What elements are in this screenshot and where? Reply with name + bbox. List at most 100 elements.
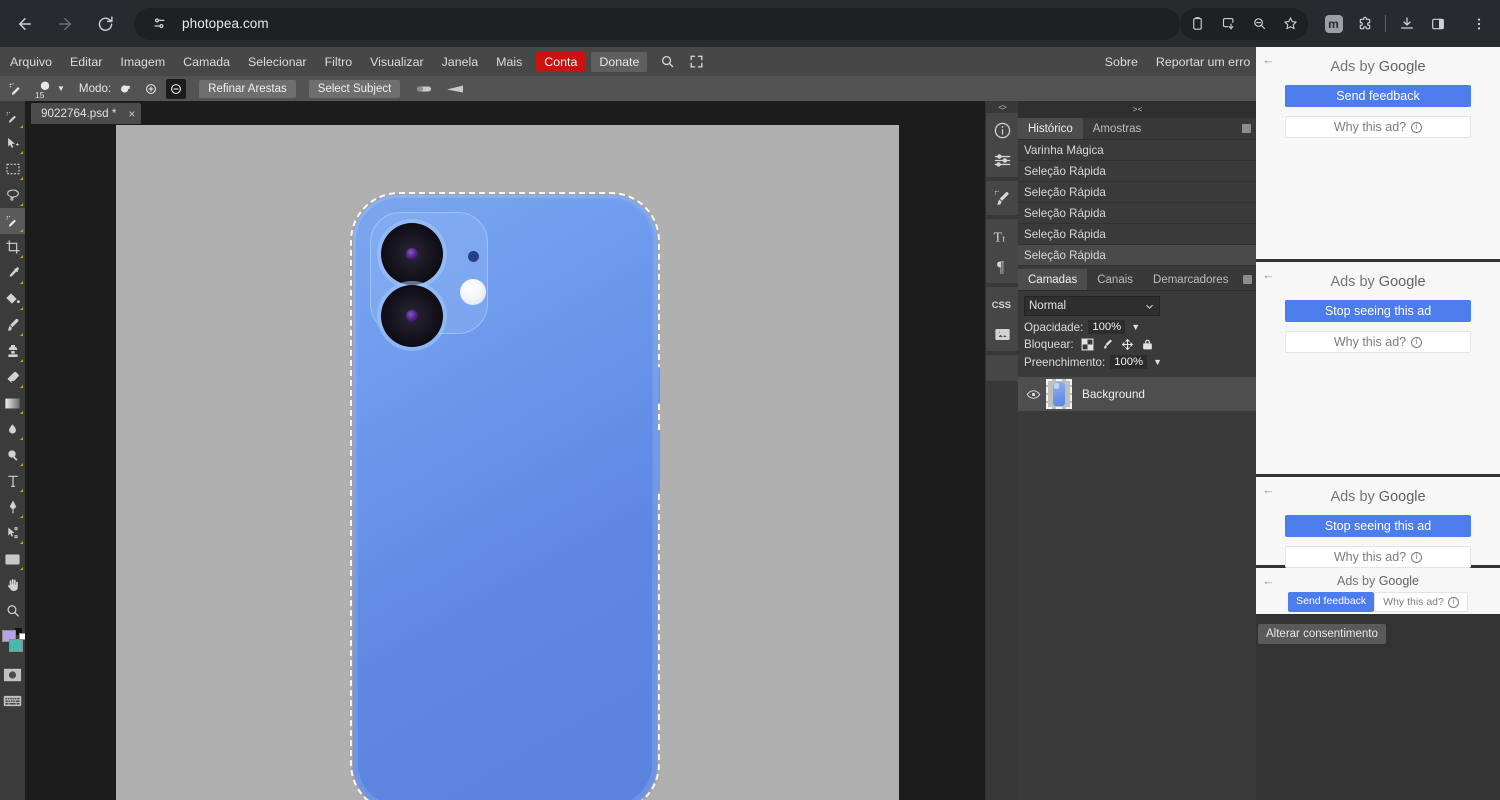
tool-marquee[interactable] (0, 156, 25, 182)
lock-transparency-icon[interactable] (1081, 338, 1094, 351)
eye-icon[interactable] (1024, 387, 1042, 402)
tool-gradient[interactable] (0, 390, 25, 416)
paragraph-icon[interactable]: ¶ (986, 251, 1018, 281)
clipboard-icon[interactable] (1182, 8, 1213, 39)
character-icon[interactable]: Tt (986, 221, 1018, 251)
brush-panel-icon[interactable] (986, 183, 1018, 213)
tolerance-slider-icon[interactable] (446, 83, 468, 95)
tool-pen[interactable] (0, 494, 25, 520)
tool-move[interactable] (0, 130, 25, 156)
selection-add-icon[interactable] (141, 79, 161, 99)
menu-item-filtro[interactable]: Filtro (317, 52, 361, 72)
history-item[interactable]: Seleção Rápida (1018, 203, 1256, 224)
lock-pixels-icon[interactable] (1101, 338, 1114, 351)
menu-item-mais[interactable]: Mais (488, 52, 530, 72)
tool-quick-selection-active[interactable] (0, 208, 25, 234)
history-item[interactable]: Seleção Rápida (1018, 161, 1256, 182)
side-panel-button[interactable] (1422, 8, 1453, 39)
ad-primary-button[interactable]: Send feedback (1288, 592, 1375, 612)
ad-primary-button[interactable]: Stop seeing this ad (1285, 300, 1471, 322)
tool-eraser[interactable] (0, 364, 25, 390)
tab-amostras[interactable]: Amostras (1083, 118, 1152, 139)
tool-zoom[interactable] (0, 598, 25, 624)
back-arrow-icon[interactable]: ← (1262, 482, 1275, 497)
history-panel-collapse[interactable]: > < (1018, 101, 1256, 118)
adjustments-icon[interactable] (986, 145, 1018, 175)
extension-m-button[interactable]: m (1318, 8, 1349, 39)
search-icon[interactable] (653, 52, 682, 71)
fill-value[interactable]: 100% (1110, 355, 1148, 369)
downloads-button[interactable] (1391, 8, 1422, 39)
reload-button[interactable] (88, 7, 122, 41)
lock-all-icon[interactable] (1141, 338, 1154, 351)
menu-item-camada[interactable]: Camada (175, 52, 238, 72)
menu-item-visualizar[interactable]: Visualizar (362, 52, 432, 72)
quick-mask-button[interactable] (0, 662, 25, 688)
phone-image-selection[interactable] (350, 192, 660, 800)
layer-thumbnail[interactable] (1046, 379, 1072, 409)
image-icon[interactable] (986, 319, 1018, 349)
history-item[interactable]: Seleção Rápida (1018, 182, 1256, 203)
opacity-value[interactable]: 100% (1088, 320, 1126, 334)
selection-new-icon[interactable] (116, 79, 136, 99)
menu-item-donate[interactable]: Donate (591, 51, 648, 72)
menu-item-janela[interactable]: Janela (434, 52, 487, 72)
document-tab[interactable]: 9022764.psd * × (31, 103, 142, 124)
install-app-icon[interactable] (1213, 8, 1244, 39)
zoom-out-icon[interactable] (1244, 8, 1275, 39)
tab-demarcadores[interactable]: Demarcadores (1143, 269, 1238, 290)
menu-item-conta[interactable]: Conta (536, 51, 586, 72)
tool-eyedropper[interactable] (0, 260, 25, 286)
selection-subtract-icon[interactable] (166, 78, 187, 99)
history-panel-menu-icon[interactable] (1236, 118, 1256, 139)
tool-type[interactable] (0, 468, 25, 494)
quick-selection-tool-icon[interactable] (6, 81, 26, 97)
ad-primary-button[interactable]: Stop seeing this ad (1285, 515, 1471, 537)
menu-item-editar[interactable]: Editar (62, 52, 110, 72)
ad-primary-button[interactable]: Send feedback (1285, 85, 1471, 107)
menu-link-reportar-erro[interactable]: Reportar um erro (1148, 52, 1258, 72)
address-bar[interactable]: photopea.com (134, 7, 1180, 40)
tool-brush[interactable] (0, 312, 25, 338)
brush-caret-icon[interactable]: ▼ (57, 84, 65, 93)
tool-path-selection[interactable] (0, 520, 25, 546)
tool-shape[interactable] (0, 546, 25, 572)
ad-secondary-button[interactable]: Why this ad? i (1374, 592, 1468, 612)
tool-paint-bucket[interactable] (0, 286, 25, 312)
menu-link-sobre[interactable]: Sobre (1097, 52, 1146, 72)
close-icon[interactable]: × (128, 107, 135, 121)
brush-size-preview[interactable]: 15 (34, 78, 56, 100)
history-item-active[interactable]: Seleção Rápida (1018, 245, 1256, 266)
css-icon[interactable]: CSS (986, 289, 1018, 319)
menu-item-imagem[interactable]: Imagem (112, 52, 173, 72)
history-item[interactable]: Varinha Mágica (1018, 140, 1256, 161)
back-button[interactable] (8, 7, 42, 41)
canvas-area[interactable] (25, 125, 985, 800)
background-color-swatch[interactable] (9, 639, 23, 652)
change-consent-button[interactable]: Alterar consentimento (1258, 624, 1386, 644)
layer-row-background[interactable]: Background (1018, 377, 1256, 411)
tool-quick-selection-top[interactable] (0, 104, 25, 130)
back-arrow-icon[interactable]: ← (1262, 52, 1275, 67)
feather-slider-icon[interactable] (416, 83, 438, 95)
menu-item-selecionar[interactable]: Selecionar (240, 52, 315, 72)
history-item[interactable]: Seleção Rápida (1018, 224, 1256, 245)
refine-edges-button[interactable]: Refinar Arestas (199, 79, 296, 98)
tool-blur[interactable] (0, 416, 25, 442)
tab-canais[interactable]: Canais (1087, 269, 1143, 290)
site-settings-icon[interactable] (148, 13, 170, 35)
back-arrow-icon[interactable]: ← (1262, 573, 1275, 588)
tool-clone-stamp[interactable] (0, 338, 25, 364)
tab-historico[interactable]: Histórico (1018, 118, 1083, 139)
document-sheet[interactable] (116, 125, 899, 800)
ad-secondary-button[interactable]: Why this ad? i (1285, 331, 1471, 353)
keyboard-shortcuts-button[interactable] (0, 688, 25, 714)
layers-panel-menu-icon[interactable] (1238, 269, 1256, 290)
bookmark-star-icon[interactable] (1275, 8, 1306, 39)
tool-dodge[interactable] (0, 442, 25, 468)
opacity-caret-icon[interactable]: ▼ (1131, 322, 1140, 332)
info-icon[interactable] (986, 115, 1018, 145)
ad-secondary-button[interactable]: Why this ad? i (1285, 116, 1471, 138)
fill-caret-icon[interactable]: ▼ (1153, 357, 1162, 367)
tab-camadas[interactable]: Camadas (1018, 269, 1088, 290)
